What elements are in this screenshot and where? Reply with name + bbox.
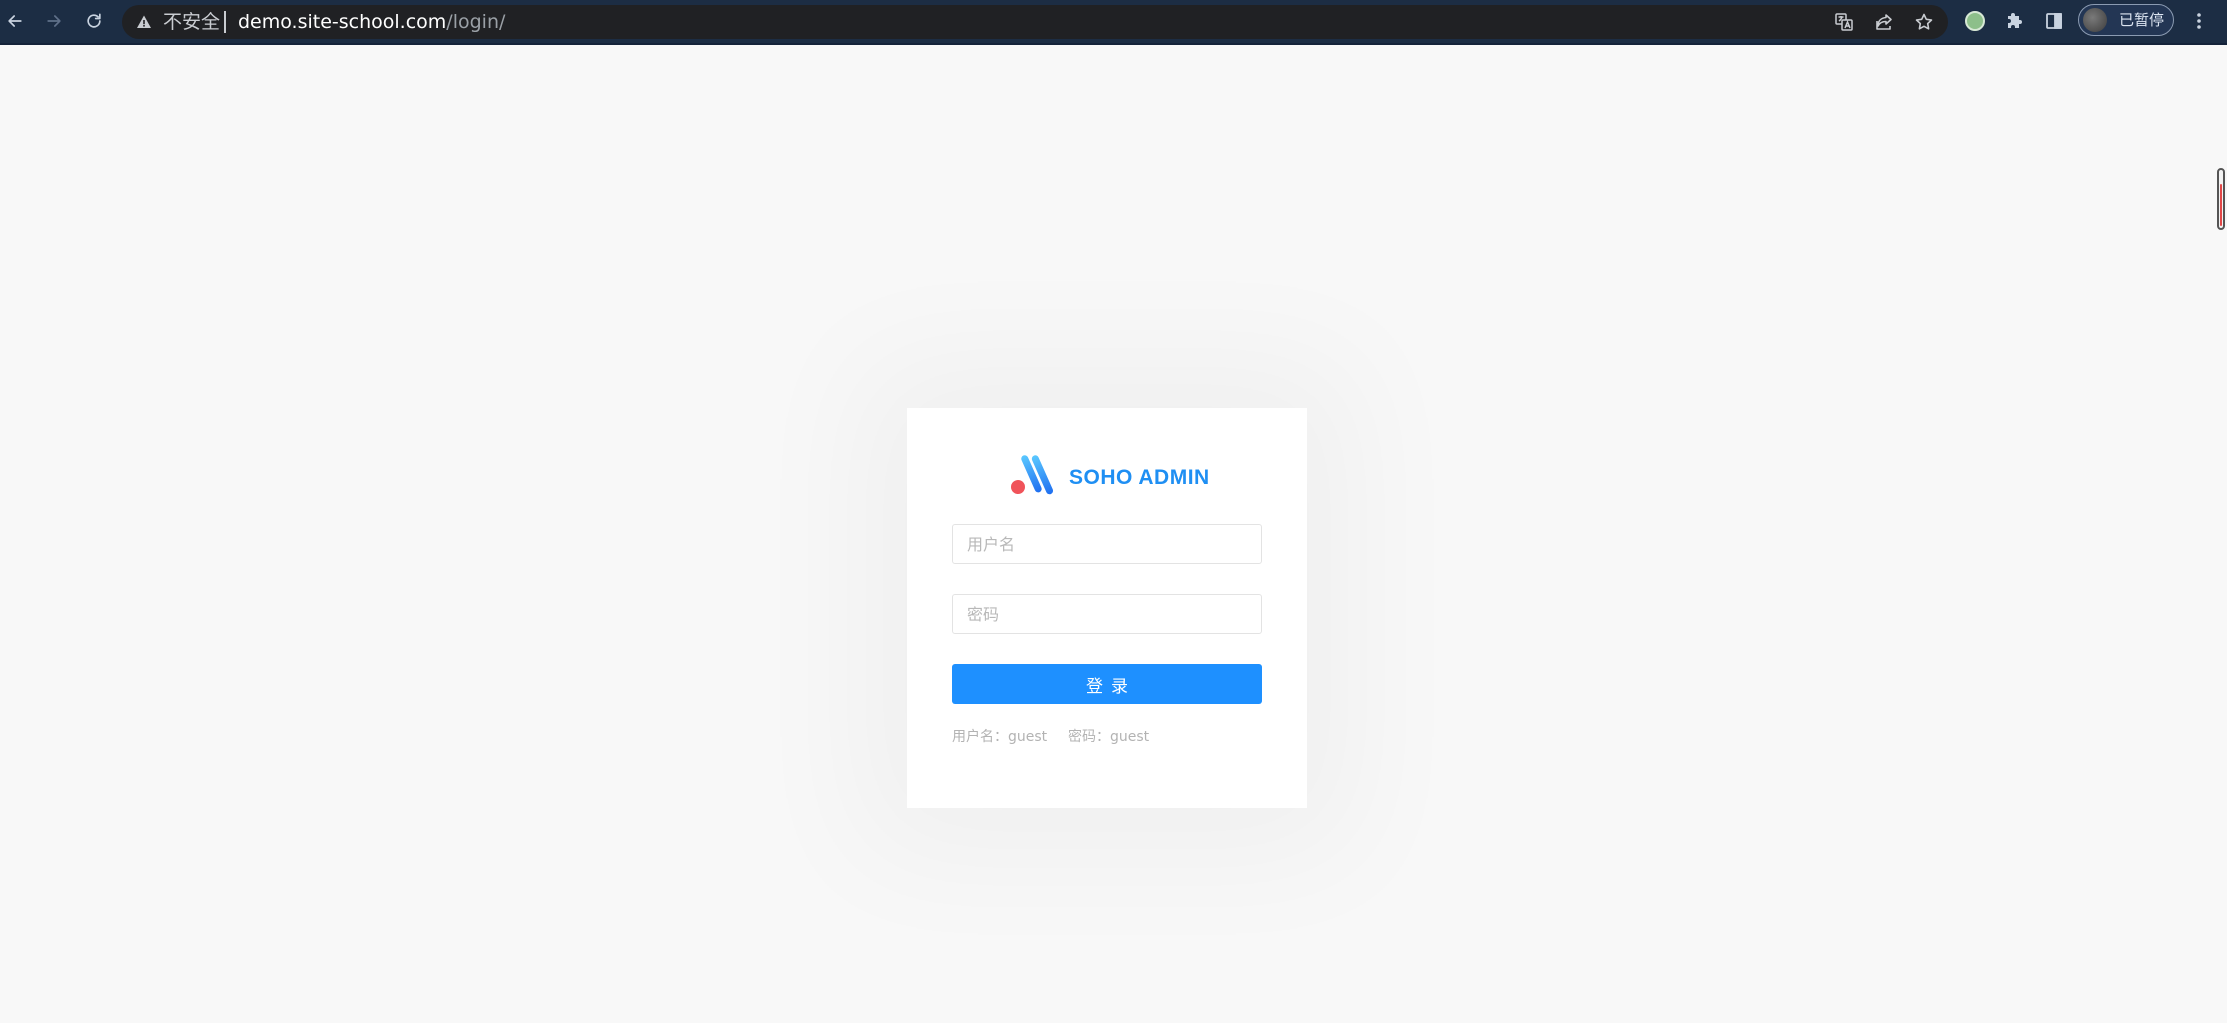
security-status-label[interactable]: 不安全 (163, 5, 220, 39)
avatar (2083, 8, 2107, 32)
address-bar[interactable]: 不安全 demo.site-school.com/login/ (122, 5, 1948, 39)
side-panel-icon[interactable] (2043, 10, 2065, 32)
page-scroll-indicator[interactable] (2217, 168, 2225, 230)
extension-status-icon[interactable] (1964, 10, 1986, 32)
reload-icon[interactable] (79, 6, 109, 36)
username-hint: 用户名：guest (952, 729, 1048, 745)
username-input[interactable] (952, 524, 1262, 564)
translate-icon[interactable] (1834, 12, 1854, 32)
puzzle-icon[interactable] (2004, 10, 2026, 32)
login-card: SOHO ADMIN 登录 用户名：guest 密码：guest (907, 408, 1307, 808)
warning-icon[interactable] (136, 14, 152, 30)
url-text[interactable]: demo.site-school.com/login/ (238, 5, 505, 39)
browser-toolbar: 不安全 demo.site-school.com/login/ 已暂停 (0, 0, 2227, 45)
password-input[interactable] (952, 594, 1262, 634)
url-path: /login/ (446, 11, 506, 33)
star-icon[interactable] (1914, 12, 1934, 32)
profile-button[interactable]: 已暂停 (2078, 4, 2174, 36)
brand-name: SOHO ADMIN (1069, 466, 1210, 489)
logo-mark-icon (1011, 455, 1054, 495)
address-divider (224, 11, 226, 33)
password-hint: 密码：guest (1068, 729, 1150, 745)
logo: SOHO ADMIN (1009, 452, 1209, 504)
forward-arrow-icon[interactable] (39, 6, 69, 36)
url-host: demo.site-school.com (238, 11, 447, 33)
more-vertical-icon[interactable] (2188, 10, 2210, 32)
back-arrow-icon[interactable] (0, 6, 30, 36)
login-button[interactable]: 登录 (952, 664, 1262, 704)
share-icon[interactable] (1874, 12, 1894, 32)
profile-status-label: 已暂停 (2119, 11, 2165, 29)
